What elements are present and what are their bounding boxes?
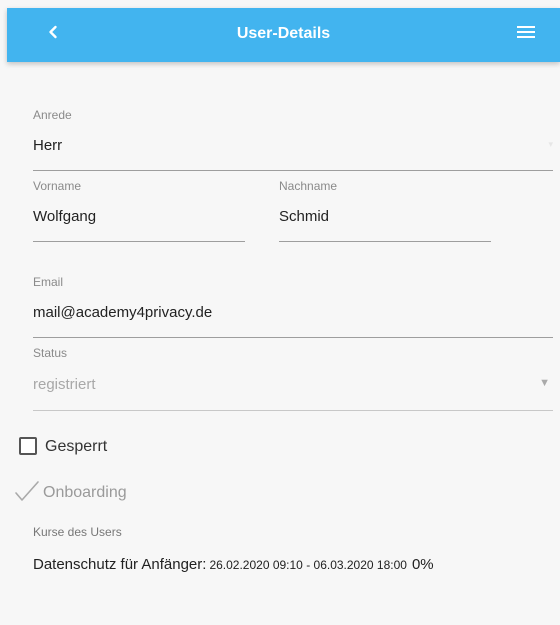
hamburger-menu-icon: [517, 26, 535, 38]
caret-down-icon: ▼: [539, 377, 550, 389]
check-icon: [15, 481, 39, 501]
anrede-field[interactable]: Anrede Herr ▾: [33, 108, 553, 172]
vorname-value: Wolfgang: [33, 208, 97, 225]
gesperrt-label: Gesperrt: [45, 438, 108, 455]
anrede-dropdown-icon: ▾: [548, 139, 553, 149]
onboarding-label: Onboarding: [43, 484, 127, 501]
course-item: Datenschutz für Anfänger: 26.02.2020 09:1…: [33, 556, 434, 574]
email-label: Email: [33, 275, 64, 289]
course-dates: 26.02.2020 09:10 - 06.03.2020 18:00: [209, 558, 407, 572]
course-progress: 0%: [411, 556, 434, 573]
app-header: User-Details: [7, 8, 560, 62]
gesperrt-checkbox[interactable]: [19, 437, 37, 455]
vorname-field[interactable]: Vorname Wolfgang: [33, 179, 245, 243]
anrede-label: Anrede: [33, 108, 72, 122]
nachname-field[interactable]: Nachname Schmid: [279, 179, 491, 243]
nachname-value: Schmid: [279, 208, 330, 225]
status-select[interactable]: Status registriert ▼: [33, 346, 553, 412]
email-value: mail@academy4privacy.de: [33, 304, 213, 321]
page-title: User-Details: [236, 25, 331, 42]
courses-section-label: Kurse des Users: [33, 525, 122, 539]
status-value: registriert: [33, 376, 96, 393]
course-name: Datenschutz für Anfänger:: [33, 556, 207, 573]
nachname-label: Nachname: [279, 179, 338, 193]
email-field[interactable]: Email mail@academy4privacy.de: [33, 275, 553, 339]
status-label: Status: [33, 346, 68, 360]
anrede-value: Herr: [33, 137, 63, 154]
vorname-label: Vorname: [33, 179, 82, 193]
menu-button[interactable]: [517, 26, 535, 42]
